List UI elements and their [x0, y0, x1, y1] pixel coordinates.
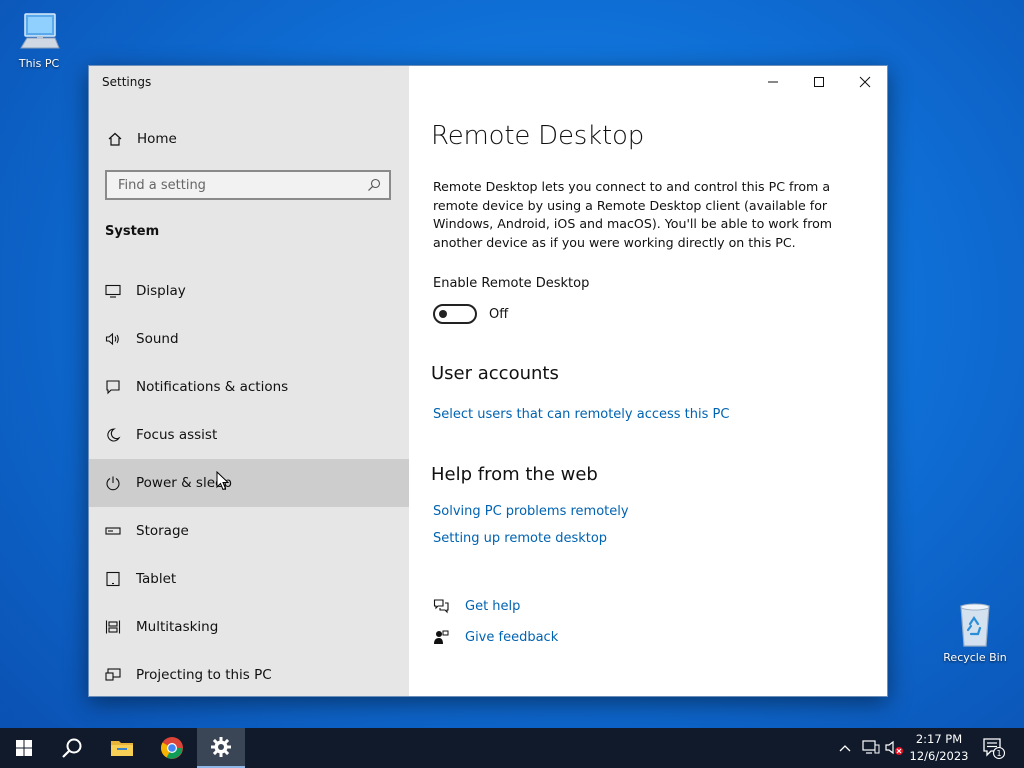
- enable-remote-desktop-toggle[interactable]: [433, 304, 477, 324]
- settings-taskbar-button[interactable]: [197, 728, 245, 768]
- description-text: Remote Desktop lets you connect to and c…: [433, 179, 833, 250]
- get-help-link[interactable]: Get help: [433, 598, 520, 614]
- sidebar-item-storage[interactable]: Storage: [89, 507, 409, 555]
- notifications-icon: [106, 380, 120, 395]
- desktop-icon-label: Recycle Bin: [943, 651, 1007, 664]
- nav-list: Display Sound Notifications & actions Fo…: [89, 267, 409, 699]
- search-icon[interactable]: [367, 178, 381, 192]
- mouse-cursor-icon: [216, 471, 230, 491]
- section-label: System: [105, 224, 160, 239]
- display-icon: [105, 284, 121, 298]
- search-icon: [62, 738, 82, 758]
- power-icon: [106, 476, 120, 491]
- sidebar-item-label: Notifications & actions: [136, 379, 289, 395]
- taskbar: 2:17 PM 12/6/2023 1: [0, 728, 1024, 768]
- sidebar: Settings Home System Display Sound: [89, 66, 409, 696]
- toggle-knob: [439, 310, 447, 318]
- sidebar-item-label: Focus assist: [136, 427, 218, 443]
- close-button[interactable]: [842, 66, 888, 98]
- settings-window: Settings Home System Display Sound: [88, 65, 888, 697]
- nav-home-label: Home: [137, 131, 177, 147]
- enable-remote-desktop-label: Enable Remote Desktop: [433, 276, 590, 291]
- sidebar-item-focus-assist[interactable]: Focus assist: [89, 411, 409, 459]
- gear-icon: [211, 737, 231, 757]
- give-feedback-label: Give feedback: [465, 629, 559, 645]
- recycle-bin-icon: [960, 603, 990, 647]
- minimize-icon: [768, 81, 778, 83]
- network-tray-icon[interactable]: [862, 728, 880, 768]
- sidebar-item-sound[interactable]: Sound: [89, 315, 409, 363]
- file-explorer-button[interactable]: [98, 728, 146, 768]
- get-help-icon: [433, 599, 449, 614]
- sidebar-item-label: Display: [136, 283, 186, 299]
- content-pane: Remote Desktop Remote Desktop lets you c…: [409, 66, 887, 696]
- sidebar-item-label: Tablet: [136, 571, 177, 587]
- moon-icon: [107, 428, 121, 442]
- give-feedback-link[interactable]: Give feedback: [433, 629, 558, 645]
- feedback-icon: [434, 630, 449, 644]
- sidebar-item-label: Sound: [136, 331, 179, 347]
- maximize-icon: [814, 77, 824, 87]
- sidebar-item-tablet[interactable]: Tablet: [89, 555, 409, 603]
- multitasking-icon: [105, 620, 121, 634]
- storage-icon: [105, 527, 121, 535]
- chrome-button[interactable]: [148, 728, 196, 768]
- sidebar-item-notifications[interactable]: Notifications & actions: [89, 363, 409, 411]
- search-input[interactable]: [116, 176, 360, 194]
- minimize-button[interactable]: [750, 66, 796, 98]
- sidebar-item-label: Storage: [136, 523, 189, 539]
- volume-muted-icon: [885, 740, 903, 755]
- close-icon: [859, 76, 871, 88]
- app-title: Settings: [102, 75, 152, 89]
- tablet-icon: [106, 571, 120, 587]
- clock-date: 12/6/2023: [909, 749, 969, 763]
- select-users-link[interactable]: Select users that can remotely access th…: [433, 407, 729, 422]
- start-button[interactable]: [0, 728, 48, 768]
- sidebar-item-power-sleep[interactable]: Power & sleep: [89, 459, 409, 507]
- maximize-button[interactable]: [796, 66, 842, 98]
- chevron-up-icon: [839, 745, 851, 752]
- sidebar-item-label: Multitasking: [136, 619, 219, 635]
- sidebar-item-multitasking[interactable]: Multitasking: [89, 603, 409, 651]
- help-link-solving-problems[interactable]: Solving PC problems remotely: [433, 504, 629, 519]
- volume-tray-icon[interactable]: [885, 728, 905, 768]
- action-center-button[interactable]: 1: [982, 728, 1006, 768]
- user-accounts-heading: User accounts: [431, 363, 559, 384]
- notification-count: 1: [996, 749, 1001, 758]
- clock[interactable]: 2:17 PM 12/6/2023: [904, 731, 974, 765]
- folder-icon: [111, 741, 133, 756]
- search-taskbar-button[interactable]: [48, 728, 96, 768]
- nav-home[interactable]: Home: [89, 124, 409, 154]
- desktop-icon-recycle-bin[interactable]: Recycle Bin: [937, 602, 1013, 664]
- help-web-heading: Help from the web: [431, 464, 598, 485]
- home-icon: [108, 132, 122, 146]
- page-title: Remote Desktop: [431, 121, 645, 151]
- sidebar-item-label: Projecting to this PC: [136, 667, 272, 683]
- desktop-icon-label: This PC: [18, 57, 60, 70]
- tray-chevron[interactable]: [838, 728, 852, 768]
- get-help-label: Get help: [465, 598, 521, 614]
- notification-center-icon: 1: [983, 738, 1006, 759]
- windows-logo-icon: [16, 740, 32, 756]
- computer-icon: [20, 13, 60, 49]
- projecting-icon: [105, 668, 121, 681]
- desktop-icon-this-pc[interactable]: This PC: [1, 10, 77, 70]
- toggle-state-text: Off: [489, 307, 509, 322]
- search-box[interactable]: [105, 170, 391, 200]
- chrome-icon: [161, 737, 183, 759]
- clock-time: 2:17 PM: [915, 732, 963, 746]
- sound-icon: [105, 332, 119, 346]
- help-link-setting-up[interactable]: Setting up remote desktop: [433, 531, 607, 546]
- sidebar-item-display[interactable]: Display: [89, 267, 409, 315]
- network-icon: [862, 740, 880, 754]
- sidebar-item-projecting[interactable]: Projecting to this PC: [89, 651, 409, 699]
